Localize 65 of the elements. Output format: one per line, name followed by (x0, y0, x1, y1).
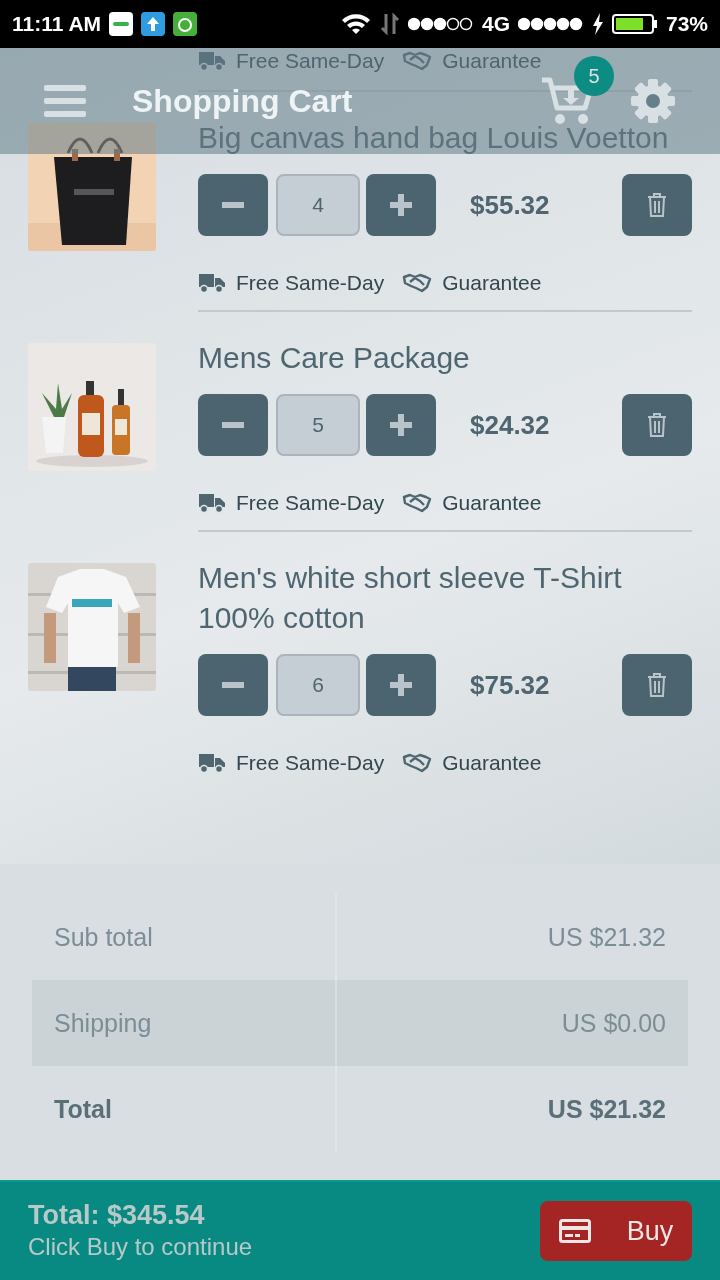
product-price: $55.32 (470, 189, 551, 221)
plus-icon (390, 674, 412, 696)
feature-label: Free Same-Day (236, 751, 385, 775)
summary-value: US $0.00 (335, 980, 688, 1066)
decrease-button[interactable] (198, 654, 268, 716)
quantity-field[interactable]: 4 (276, 174, 360, 236)
minus-icon (222, 682, 244, 688)
status-time: 11:11 AM (12, 12, 102, 36)
handshake-icon (402, 273, 433, 293)
minus-icon (222, 202, 244, 208)
settings-icon[interactable] (630, 78, 676, 124)
charging-icon (591, 13, 604, 35)
product-title: Big canvas hand bag Louis Voetton (198, 120, 670, 156)
credit-card-icon (558, 1219, 591, 1243)
increase-button[interactable] (366, 394, 436, 456)
product-price: $24.32 (470, 409, 551, 441)
product-price: $75.32 (470, 669, 551, 701)
feature-label: Free Same-Day (236, 271, 385, 295)
feature-label: Guarantee (442, 271, 542, 295)
delete-button[interactable] (622, 394, 692, 456)
signal-dots-icon (407, 16, 474, 32)
network-type: 4G (481, 12, 510, 36)
summary-label: Total (53, 1093, 113, 1125)
truck-icon (198, 50, 226, 72)
battery-percent: 73% (665, 12, 708, 36)
handshake-icon (402, 753, 433, 773)
checkout-hint: Click Buy to continue (28, 1232, 254, 1262)
truck-icon (198, 272, 226, 294)
signal-dots-icon (517, 16, 584, 32)
feature-label: Guarantee (442, 751, 542, 775)
truck-icon (198, 752, 226, 774)
delete-button[interactable] (622, 174, 692, 236)
feature-label: Guarantee (442, 491, 542, 515)
increase-button[interactable] (366, 174, 436, 236)
delete-button[interactable] (622, 654, 692, 716)
handshake-icon (402, 51, 433, 71)
feature-label: Free Same-Day (236, 491, 385, 515)
buy-button[interactable]: Buy (540, 1201, 692, 1261)
summary-value: US $21.32 (335, 1066, 688, 1152)
quantity-field[interactable]: 5 (276, 394, 360, 456)
feature-label: Free Same-Day (236, 49, 385, 73)
app-icon (109, 12, 134, 36)
checkout-total: Total: $345.54 (28, 1199, 206, 1231)
battery-icon (611, 13, 658, 35)
product-title: Mens Care Package (198, 340, 471, 376)
decrease-button[interactable] (198, 174, 268, 236)
minus-icon (222, 422, 244, 428)
truck-icon (198, 492, 226, 514)
quantity-field[interactable]: 6 (276, 654, 360, 716)
data-arrows-icon (379, 12, 400, 36)
increase-button[interactable] (366, 654, 436, 716)
plus-icon (390, 194, 412, 216)
summary-label: Shipping (53, 1007, 153, 1039)
feature-label: Guarantee (442, 49, 542, 73)
decrease-button[interactable] (198, 394, 268, 456)
upload-icon (141, 12, 166, 36)
trash-icon (647, 193, 667, 217)
menu-icon[interactable] (44, 83, 86, 119)
trash-icon (647, 413, 667, 437)
handshake-icon (402, 493, 433, 513)
trash-icon (647, 673, 667, 697)
page-title: Shopping Cart (132, 82, 354, 120)
plus-icon (390, 414, 412, 436)
summary-label: Sub total (53, 921, 154, 953)
product-title: Men's white short sleeve T-Shirt 100% cotton (198, 560, 623, 636)
